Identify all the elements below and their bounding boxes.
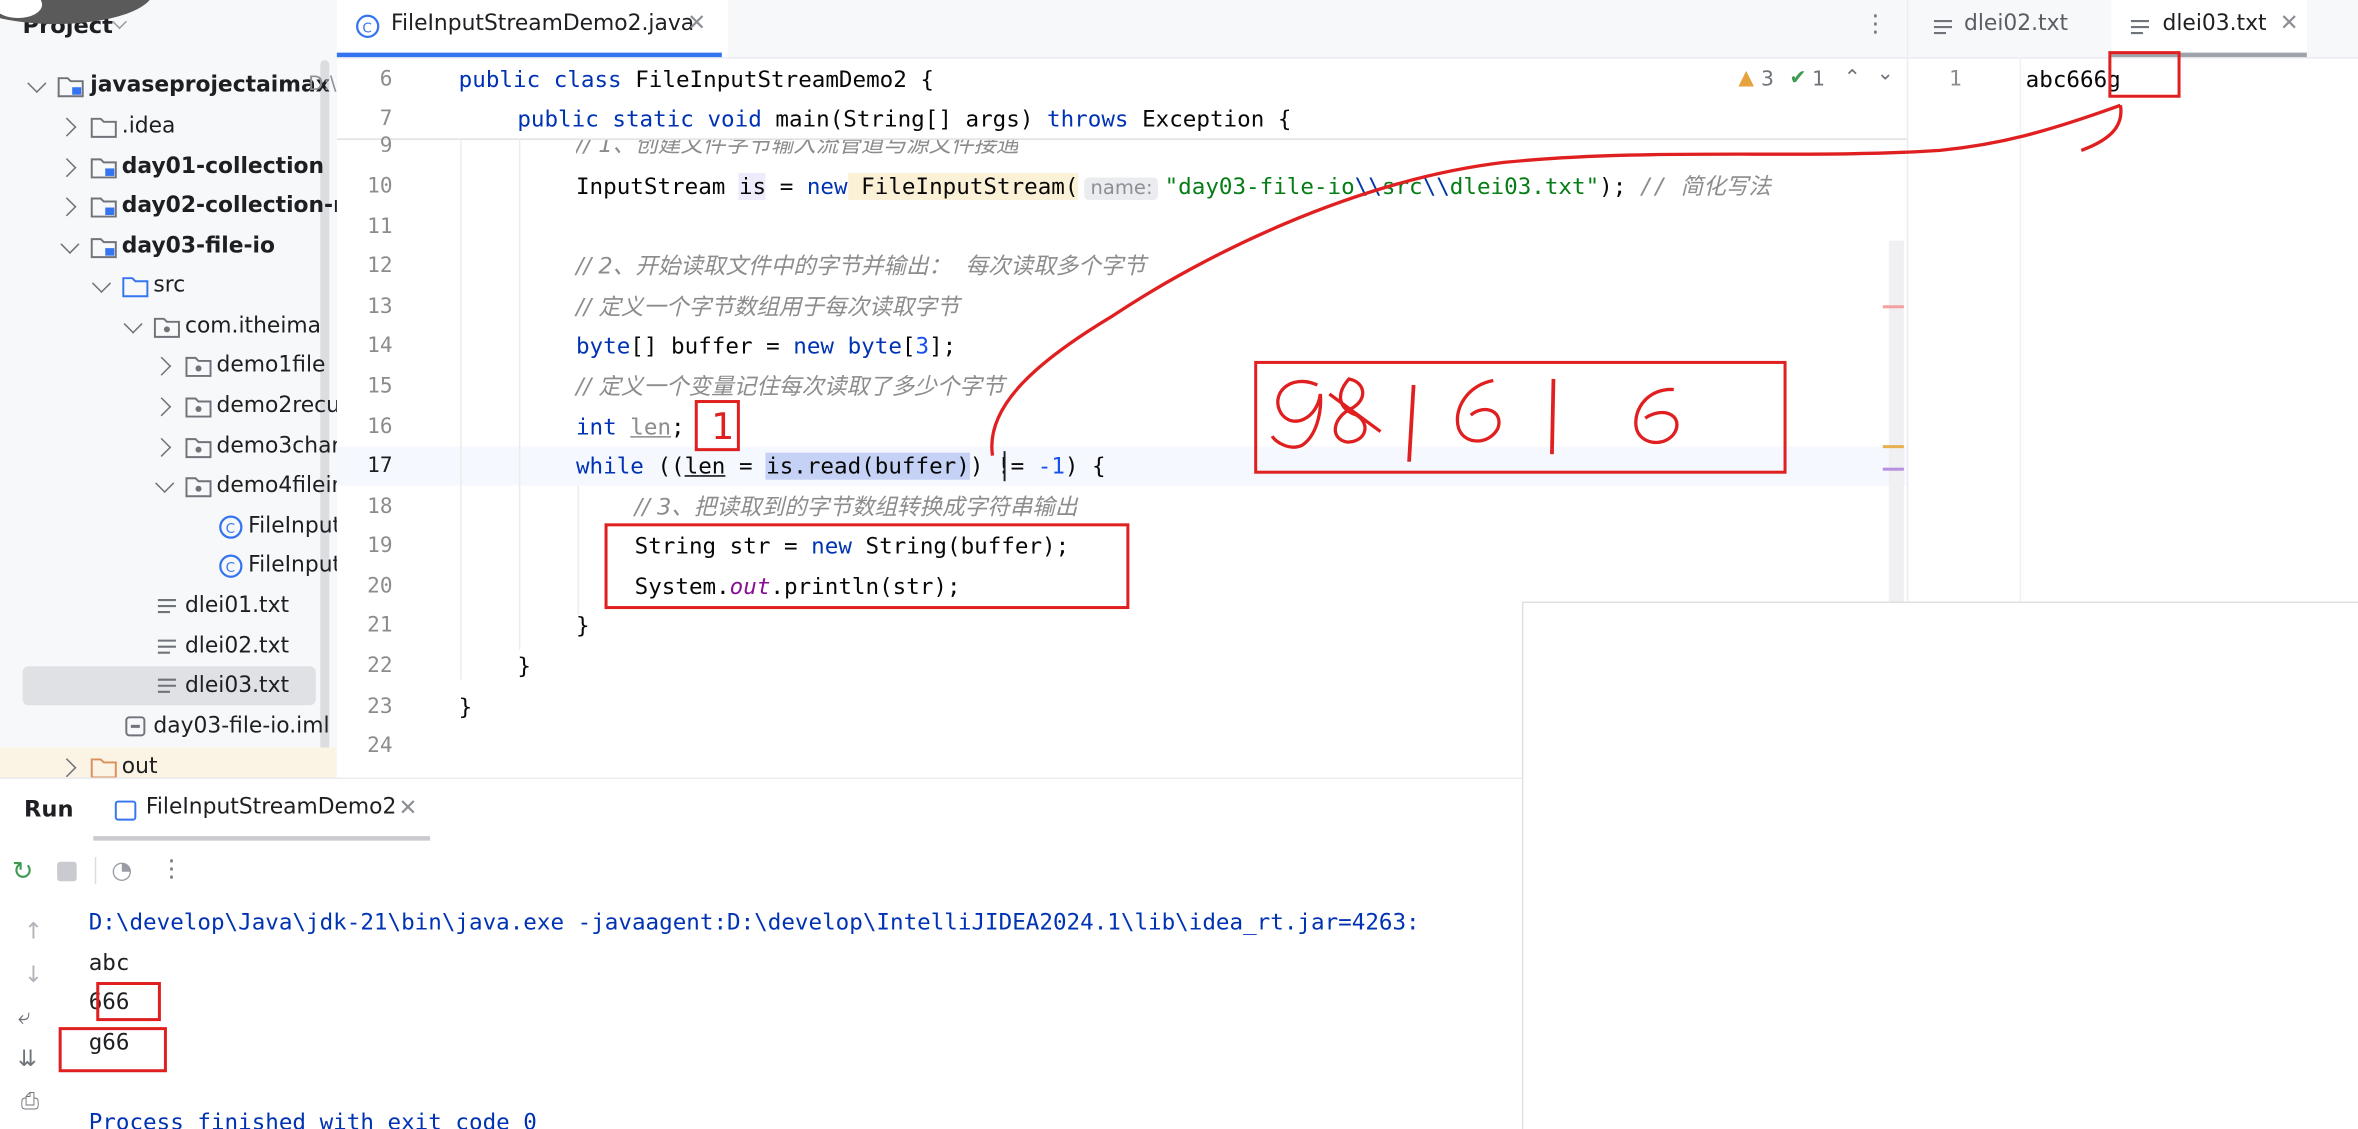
annotation-stroke-bar xyxy=(1550,378,1556,455)
annotation-stroke-6 xyxy=(1455,378,1501,443)
annotation-stroke-9 xyxy=(1270,379,1323,449)
annotation-drawing xyxy=(990,103,2123,482)
annotation-stroke-6 xyxy=(1634,387,1679,445)
annotation-arrow xyxy=(990,103,2121,456)
annotation-stroke-bar xyxy=(1407,384,1416,462)
